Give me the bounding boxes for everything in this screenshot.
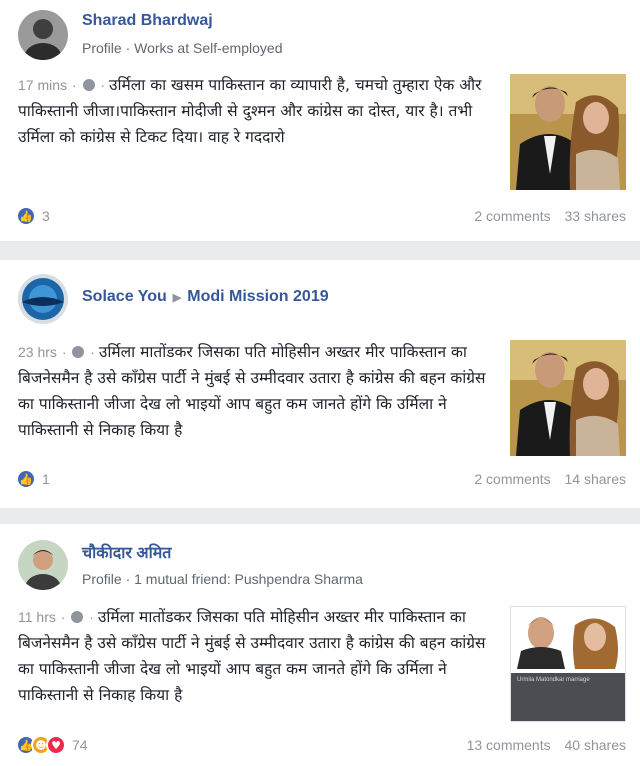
reactions-summary[interactable]: 👍 3 — [16, 206, 50, 226]
globe-icon — [82, 79, 95, 91]
post-body: 23 hrs · · उर्मिला मातोंडकर जिसका पति मो… — [18, 343, 486, 439]
author-subline: Profile · Works at Self-employed — [82, 40, 283, 56]
avatar[interactable] — [18, 540, 68, 590]
comments-link[interactable]: 2 comments — [474, 471, 550, 487]
post-card: Solace You ▶ Modi Mission 2019 23 hrs · · … — [0, 260, 640, 508]
shares-link[interactable]: 14 shares — [565, 471, 626, 487]
post-stats: 2 comments 33 shares — [474, 208, 626, 224]
post-footer: 👍 ☻ ♥ 74 13 comments 40 shares — [14, 733, 626, 757]
arrow-right-icon: ▶ — [172, 292, 182, 304]
author-name[interactable]: चौकीदार अमित — [82, 541, 171, 563]
globe-logo-icon — [18, 274, 68, 324]
group-name[interactable]: Modi Mission 2019 — [187, 288, 328, 305]
post-footer: 👍 3 2 comments 33 shares — [14, 204, 626, 228]
author-name[interactable]: Solace You — [82, 288, 167, 305]
profile-photo-icon — [18, 540, 68, 590]
globe-icon — [72, 346, 85, 358]
image-caption: Urmila Matondkar marriage — [517, 677, 590, 683]
author-line: Solace You ▶ Modi Mission 2019 — [82, 288, 329, 306]
profile-photo-icon — [18, 10, 68, 60]
avatar[interactable] — [18, 274, 68, 324]
post-time[interactable]: 11 hrs — [18, 609, 56, 625]
post-image[interactable] — [510, 74, 626, 190]
couple-photo-icon — [510, 74, 626, 190]
post-image[interactable] — [510, 340, 626, 456]
love-icon: ♥ — [46, 735, 66, 755]
post-time[interactable]: 23 hrs — [18, 344, 57, 360]
reactions-summary[interactable]: 👍 1 — [16, 469, 50, 489]
reactions-summary[interactable]: 👍 ☻ ♥ 74 — [16, 735, 88, 755]
post-card: Sharad Bhardwaj Profile · Works at Self-… — [0, 0, 640, 241]
avatar[interactable] — [18, 10, 68, 60]
like-icon: 👍 — [16, 469, 36, 489]
globe-icon — [71, 611, 84, 623]
post-footer: 👍 1 2 comments 14 shares — [14, 467, 626, 491]
reactions-count: 1 — [42, 471, 50, 487]
news-photo-icon — [511, 607, 625, 721]
like-icon: 👍 — [16, 206, 36, 226]
author-subline: Profile · 1 mutual friend: Pushpendra Sh… — [82, 571, 363, 587]
shares-link[interactable]: 40 shares — [565, 737, 626, 753]
post-stats: 13 comments 40 shares — [467, 737, 626, 753]
comments-link[interactable]: 13 comments — [467, 737, 551, 753]
shares-link[interactable]: 33 shares — [565, 208, 626, 224]
post-body: 11 hrs · · उर्मिला मातोंडकर जिसका पति मो… — [18, 608, 486, 704]
post-stats: 2 comments 14 shares — [474, 471, 626, 487]
post-image[interactable]: Urmila Matondkar marriage — [510, 606, 626, 722]
post-body: 17 mins · · उर्मिला का खसम पाकिस्तान का … — [18, 76, 482, 146]
reactions-count: 3 — [42, 208, 50, 224]
author-name[interactable]: Sharad Bhardwaj — [82, 12, 213, 30]
post-time[interactable]: 17 mins — [18, 77, 67, 93]
couple-photo-icon — [510, 340, 626, 456]
post-card: चौकीदार अमित Profile · 1 mutual friend: … — [0, 524, 640, 766]
comments-link[interactable]: 2 comments — [474, 208, 550, 224]
reactions-count: 74 — [72, 737, 88, 753]
